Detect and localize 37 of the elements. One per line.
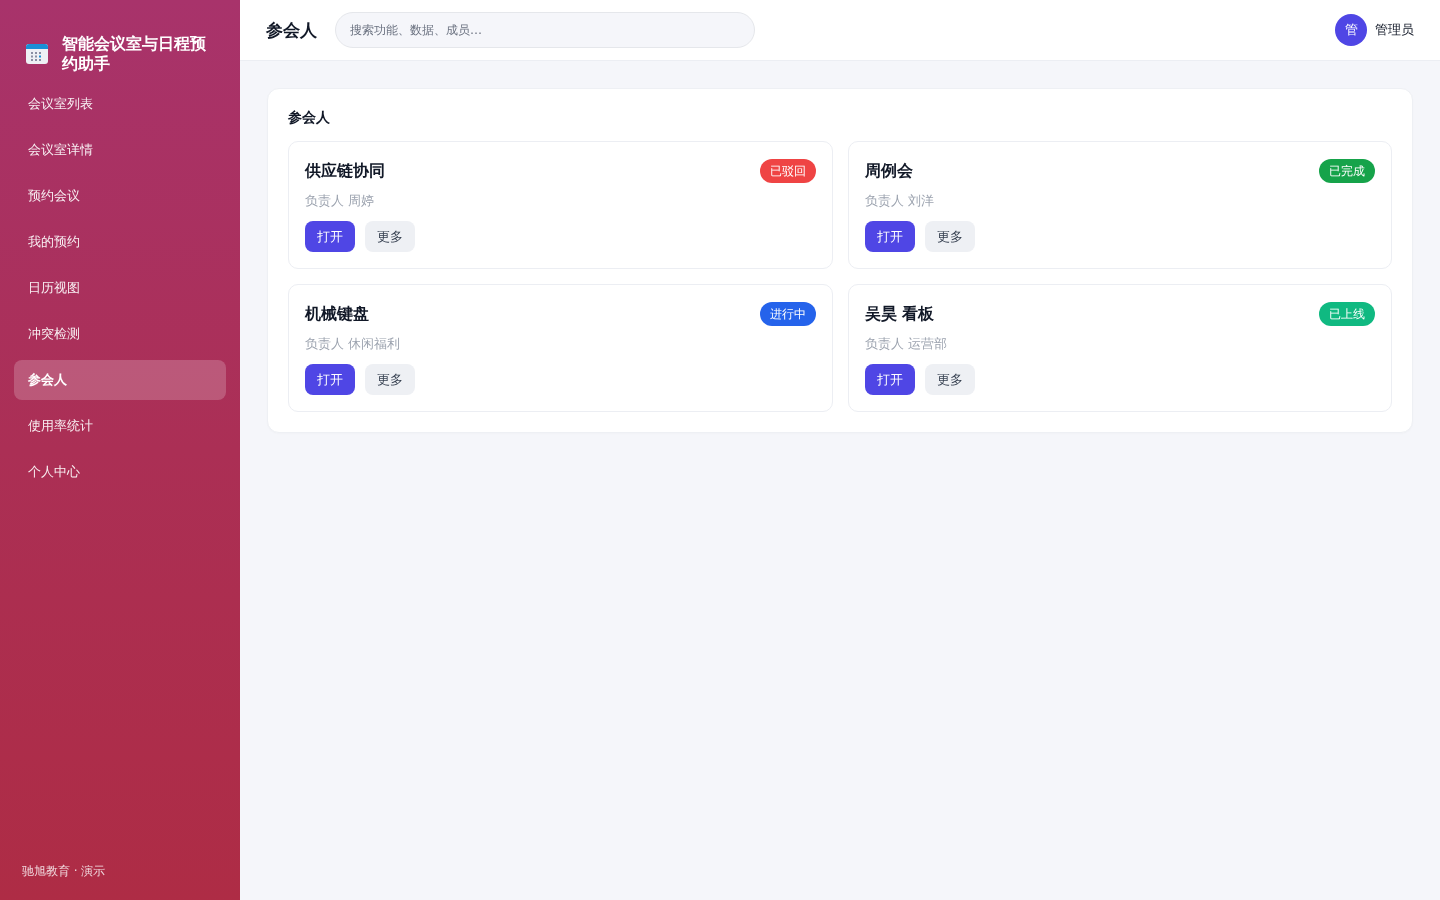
footer-text: 驰旭教育 · 演示	[21, 863, 107, 880]
nav-item[interactable]: 预约会议	[14, 176, 226, 216]
calendar-icon	[26, 44, 48, 64]
avatar[interactable]: 管	[1335, 14, 1367, 46]
search-field[interactable]: 搜索功能、数据、成员…	[335, 12, 755, 48]
more-button[interactable]: 更多	[365, 364, 415, 395]
app-title: 智能会议室与日程预约助手	[62, 34, 207, 74]
nav-item[interactable]: 会议室详情	[14, 130, 226, 170]
status-badge: 进行中	[759, 302, 816, 326]
status-badge: 已完成	[1319, 159, 1375, 183]
card-title: 吴昊 看板	[864, 303, 935, 325]
owner-text: 负责人 周婷	[305, 192, 376, 210]
open-button[interactable]: 打开	[305, 221, 355, 252]
nav-item[interactable]: 参会人	[14, 360, 226, 400]
nav-item[interactable]: 日历视图	[14, 268, 226, 308]
nav-item[interactable]: 个人中心	[14, 452, 226, 492]
status-badge: 已驳回	[759, 159, 816, 183]
page-title: 参会人	[266, 18, 317, 42]
card-title: 供应链协同	[305, 160, 385, 182]
open-button[interactable]: 打开	[864, 364, 915, 395]
more-button[interactable]: 更多	[924, 364, 975, 395]
open-button[interactable]: 打开	[864, 221, 915, 252]
owner-text: 负责人 休闲福利	[305, 335, 402, 353]
open-button[interactable]: 打开	[305, 364, 355, 395]
nav-item[interactable]: 冲突检测	[14, 314, 226, 354]
user-name: 管理员	[1375, 21, 1414, 39]
more-button[interactable]: 更多	[365, 221, 415, 252]
status-badge: 已上线	[1319, 302, 1375, 326]
panel-title: 参会人	[288, 108, 331, 127]
card-title: 周例会	[864, 160, 913, 182]
nav-item[interactable]: 使用率统计	[14, 406, 226, 446]
nav-item[interactable]: 我的预约	[14, 222, 226, 262]
owner-text: 负责人 运营部	[864, 335, 948, 353]
card-title: 机械键盘	[305, 303, 369, 325]
nav-item[interactable]: 会议室列表	[14, 84, 226, 124]
more-button[interactable]: 更多	[924, 221, 975, 252]
owner-text: 负责人 刘洋	[864, 192, 935, 210]
